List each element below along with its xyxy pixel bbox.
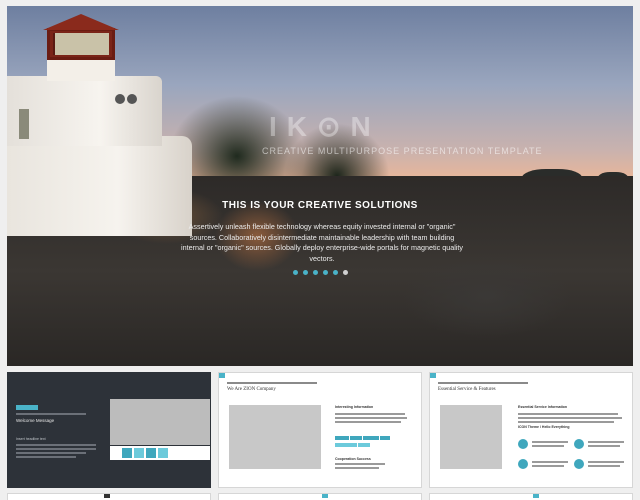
brand-logo: IK⊙N xyxy=(269,111,381,142)
text-line xyxy=(532,465,564,467)
slide-thumbnail-welcome[interactable]: Welcome Message Insert headline text xyxy=(7,372,211,488)
thumbnail-caption: ICON Theme / Hello Everything xyxy=(518,425,570,429)
feature-circle-icon xyxy=(518,439,528,449)
progress-segment xyxy=(350,436,362,440)
text-line xyxy=(16,452,86,454)
brand-tagline: CREATIVE MULTIPURPOSE PRESENTATION TEMPL… xyxy=(262,146,543,156)
progress-segment xyxy=(363,436,379,440)
text-line xyxy=(335,463,385,465)
text-line xyxy=(588,465,620,467)
lighthouse-wall xyxy=(7,76,162,146)
text-line xyxy=(532,445,564,447)
lighthouse-horn xyxy=(127,94,137,104)
pagination-dot[interactable] xyxy=(323,270,328,275)
progress-segment xyxy=(335,443,357,447)
feature-tile xyxy=(134,448,144,458)
feature-circle-icon xyxy=(574,459,584,469)
slide-thumbnail-services[interactable]: Essential Service & Features Essential S… xyxy=(429,372,633,488)
lighthouse-horn xyxy=(115,94,125,104)
progress-segment xyxy=(335,436,349,440)
text-line xyxy=(335,421,401,423)
text-line xyxy=(16,448,96,450)
pagination-dot[interactable] xyxy=(313,270,318,275)
pagination-dot-active[interactable] xyxy=(343,270,348,275)
text-line xyxy=(518,421,614,423)
lighthouse-base xyxy=(7,136,192,236)
text-line xyxy=(335,413,405,415)
text-line xyxy=(16,444,96,446)
presentation-preview: IK⊙N CREATIVE MULTIPURPOSE PRESENTATION … xyxy=(0,0,640,500)
thumbnail-caption: Cooperation Success xyxy=(335,457,371,461)
text-line xyxy=(16,456,76,458)
slide-marker xyxy=(430,373,436,378)
slide-thumbnail-next[interactable] xyxy=(218,493,422,500)
text-line xyxy=(588,441,624,443)
header-line xyxy=(438,382,528,384)
image-placeholder xyxy=(110,399,210,445)
feature-tile xyxy=(158,448,168,458)
hero-body-text: Assertively unleash flexible technology … xyxy=(181,222,463,263)
text-line xyxy=(532,461,568,463)
text-line xyxy=(16,413,86,415)
pagination-dot[interactable] xyxy=(333,270,338,275)
thumbnail-subtitle: Essential Service Information xyxy=(518,405,568,409)
text-line xyxy=(335,467,379,469)
text-line xyxy=(588,445,620,447)
feature-tile xyxy=(146,448,156,458)
lighthouse-door xyxy=(19,109,29,139)
slide-thumbnail-next[interactable] xyxy=(7,493,211,500)
image-placeholder xyxy=(440,405,502,469)
pagination-dot[interactable] xyxy=(303,270,308,275)
progress-segment xyxy=(380,436,390,440)
text-line xyxy=(588,461,624,463)
feature-tile xyxy=(122,448,132,458)
accent-tag xyxy=(16,405,38,410)
text-line xyxy=(532,441,568,443)
slide-thumbnail-next[interactable] xyxy=(429,493,633,500)
thumbnail-title: We Are ZION Company xyxy=(227,387,276,392)
slide-marker xyxy=(322,494,328,498)
slide-marker xyxy=(533,494,539,498)
progress-segment xyxy=(358,443,370,447)
image-placeholder xyxy=(229,405,321,469)
thumbnail-title: Essential Service & Features xyxy=(438,387,496,392)
text-line xyxy=(335,417,407,419)
slide-pagination xyxy=(293,270,348,275)
feature-circle-icon xyxy=(574,439,584,449)
feature-circle-icon xyxy=(518,459,528,469)
text-line xyxy=(518,413,618,415)
thumbnail-subtitle: Interesting Information xyxy=(335,405,374,409)
thumbnail-subtitle: Insert headline text xyxy=(16,437,46,441)
slide-marker xyxy=(219,373,225,378)
text-line xyxy=(518,417,622,419)
lighthouse-roof xyxy=(43,14,119,30)
hero-title: THIS IS YOUR CREATIVE SOLUTIONS xyxy=(222,200,418,211)
slide-thumbnail-company[interactable]: We Are ZION Company Interesting Informat… xyxy=(218,372,422,488)
pagination-dot[interactable] xyxy=(293,270,298,275)
slide-marker xyxy=(104,494,110,498)
lighthouse-glass xyxy=(53,33,109,55)
header-line xyxy=(227,382,317,384)
hero-slide[interactable]: IK⊙N CREATIVE MULTIPURPOSE PRESENTATION … xyxy=(7,6,633,366)
thumbnail-title: Welcome Message xyxy=(16,418,55,423)
